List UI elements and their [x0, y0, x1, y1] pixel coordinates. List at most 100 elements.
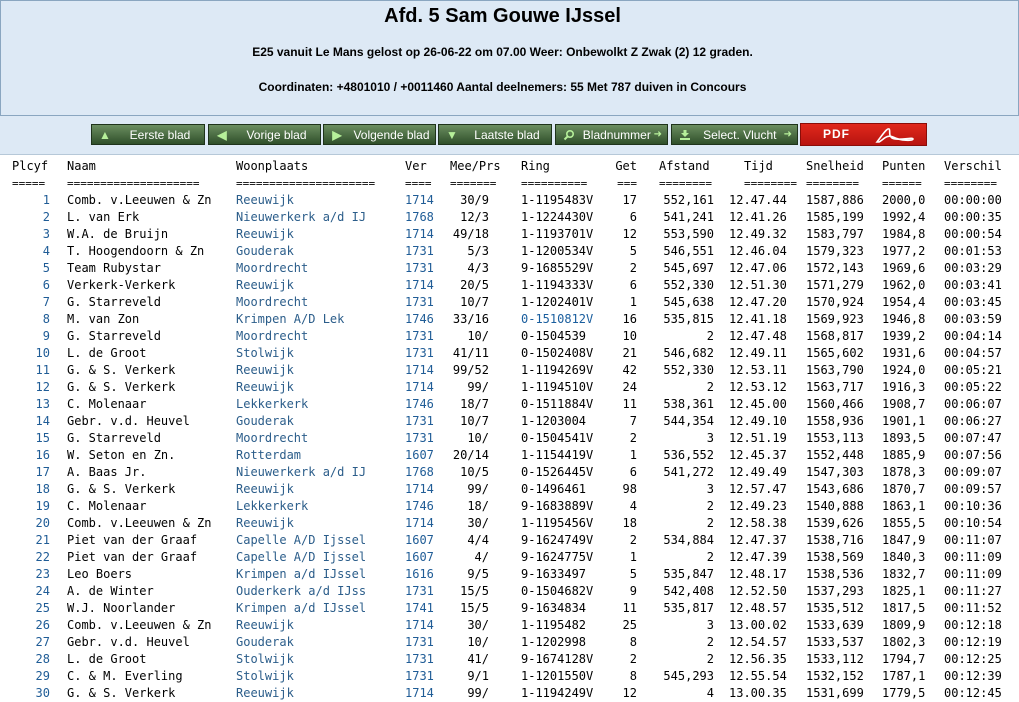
- placement-link[interactable]: 29: [12, 668, 50, 685]
- place-link[interactable]: Reeuwijk: [236, 481, 294, 498]
- placement-link[interactable]: 17: [12, 464, 50, 481]
- placement-link[interactable]: 12: [12, 379, 50, 396]
- association-link[interactable]: 1714: [405, 379, 434, 396]
- placement-link[interactable]: 25: [12, 600, 50, 617]
- place-link[interactable]: Moordrecht: [236, 294, 308, 311]
- association-link[interactable]: 1714: [405, 481, 434, 498]
- previous-page-button[interactable]: ◀ Vorige blad: [208, 124, 321, 145]
- place-link[interactable]: Stolwijk: [236, 345, 294, 362]
- next-page-button[interactable]: ▶ Volgende blad: [323, 124, 436, 145]
- placement-link[interactable]: 21: [12, 532, 50, 549]
- place-link[interactable]: Moordrecht: [236, 430, 308, 447]
- place-link[interactable]: Moordrecht: [236, 260, 308, 277]
- place-link[interactable]: Stolwijk: [236, 651, 294, 668]
- association-link[interactable]: 1607: [405, 549, 434, 566]
- place-link[interactable]: Krimpen A/D Lek: [236, 311, 344, 328]
- place-link[interactable]: Reeuwijk: [236, 192, 294, 209]
- place-link[interactable]: Reeuwijk: [236, 226, 294, 243]
- association-link[interactable]: 1768: [405, 464, 434, 481]
- place-link[interactable]: Lekkerkerk: [236, 396, 308, 413]
- placement-link[interactable]: 14: [12, 413, 50, 430]
- association-link[interactable]: 1714: [405, 617, 434, 634]
- placement-link[interactable]: 13: [12, 396, 50, 413]
- place-link[interactable]: Reeuwijk: [236, 515, 294, 532]
- place-link[interactable]: Reeuwijk: [236, 277, 294, 294]
- ring-number: 1-1194510V: [521, 380, 594, 394]
- first-page-button[interactable]: ▲ Eerste blad: [91, 124, 205, 145]
- place-link[interactable]: Nieuwerkerk a/d IJ: [236, 464, 366, 481]
- place-link[interactable]: Reeuwijk: [236, 379, 294, 396]
- place-link[interactable]: Reeuwijk: [236, 362, 294, 379]
- association-link[interactable]: 1731: [405, 634, 434, 651]
- placement-link[interactable]: 16: [12, 447, 50, 464]
- place-link[interactable]: Lekkerkerk: [236, 498, 308, 515]
- association-link[interactable]: 1731: [405, 328, 434, 345]
- placement-link[interactable]: 11: [12, 362, 50, 379]
- placement-link[interactable]: 9: [12, 328, 50, 345]
- association-link[interactable]: 1741: [405, 600, 434, 617]
- marked-position: 25: [622, 618, 637, 632]
- place-link[interactable]: Krimpen a/d IJssel: [236, 566, 366, 583]
- pdf-button[interactable]: PDF: [800, 123, 927, 146]
- association-link[interactable]: 1607: [405, 532, 434, 549]
- points: 1893,5: [882, 431, 926, 445]
- placement-link[interactable]: 8: [12, 311, 50, 328]
- association-link[interactable]: 1731: [405, 583, 434, 600]
- place-link[interactable]: Stolwijk: [236, 668, 294, 685]
- association-link[interactable]: 1731: [405, 294, 434, 311]
- place-link[interactable]: Capelle A/D Ijssel: [236, 532, 366, 549]
- association-link[interactable]: 1746: [405, 311, 434, 328]
- placement-link[interactable]: 15: [12, 430, 50, 447]
- placement-link[interactable]: 7: [12, 294, 50, 311]
- place-link[interactable]: Ouderkerk a/d IJss: [236, 583, 366, 600]
- placement-link[interactable]: 3: [12, 226, 50, 243]
- placement-link[interactable]: 27: [12, 634, 50, 651]
- association-link[interactable]: 1714: [405, 515, 434, 532]
- association-link[interactable]: 1731: [405, 260, 434, 277]
- placement-link[interactable]: 23: [12, 566, 50, 583]
- place-link[interactable]: Nieuwerkerk a/d IJ: [236, 209, 366, 226]
- placement-link[interactable]: 26: [12, 617, 50, 634]
- placement-link[interactable]: 22: [12, 549, 50, 566]
- association-link[interactable]: 1714: [405, 685, 434, 702]
- placement-link[interactable]: 4: [12, 243, 50, 260]
- place-link[interactable]: Moordrecht: [236, 328, 308, 345]
- association-link[interactable]: 1768: [405, 209, 434, 226]
- placement-link[interactable]: 28: [12, 651, 50, 668]
- association-link[interactable]: 1714: [405, 362, 434, 379]
- association-link[interactable]: 1714: [405, 192, 434, 209]
- place-link[interactable]: Gouderak: [236, 243, 294, 260]
- placement-link[interactable]: 1: [12, 192, 50, 209]
- place-link[interactable]: Krimpen a/d IJssel: [236, 600, 366, 617]
- select-flight-button[interactable]: Select. Vlucht ➜: [671, 124, 798, 145]
- last-page-button[interactable]: ▼ Laatste blad: [438, 124, 552, 145]
- association-link[interactable]: 1731: [405, 430, 434, 447]
- association-link[interactable]: 1731: [405, 651, 434, 668]
- association-link[interactable]: 1746: [405, 396, 434, 413]
- placement-link[interactable]: 10: [12, 345, 50, 362]
- placement-link[interactable]: 6: [12, 277, 50, 294]
- page-number-button[interactable]: Bladnummer ➜: [555, 124, 668, 145]
- place-link[interactable]: Gouderak: [236, 634, 294, 651]
- placement-link[interactable]: 24: [12, 583, 50, 600]
- placement-link[interactable]: 20: [12, 515, 50, 532]
- place-link[interactable]: Capelle A/D Ijssel: [236, 549, 366, 566]
- place-link[interactable]: Reeuwijk: [236, 617, 294, 634]
- placement-link[interactable]: 2: [12, 209, 50, 226]
- placement-link[interactable]: 18: [12, 481, 50, 498]
- association-link[interactable]: 1616: [405, 566, 434, 583]
- placement-link[interactable]: 30: [12, 685, 50, 702]
- place-link[interactable]: Rotterdam: [236, 447, 301, 464]
- association-link[interactable]: 1731: [405, 668, 434, 685]
- association-link[interactable]: 1731: [405, 345, 434, 362]
- place-link[interactable]: Reeuwijk: [236, 685, 294, 702]
- association-link[interactable]: 1731: [405, 243, 434, 260]
- association-link[interactable]: 1607: [405, 447, 434, 464]
- placement-link[interactable]: 5: [12, 260, 50, 277]
- association-link[interactable]: 1731: [405, 413, 434, 430]
- association-link[interactable]: 1714: [405, 277, 434, 294]
- place-link[interactable]: Gouderak: [236, 413, 294, 430]
- association-link[interactable]: 1714: [405, 226, 434, 243]
- placement-link[interactable]: 19: [12, 498, 50, 515]
- association-link[interactable]: 1746: [405, 498, 434, 515]
